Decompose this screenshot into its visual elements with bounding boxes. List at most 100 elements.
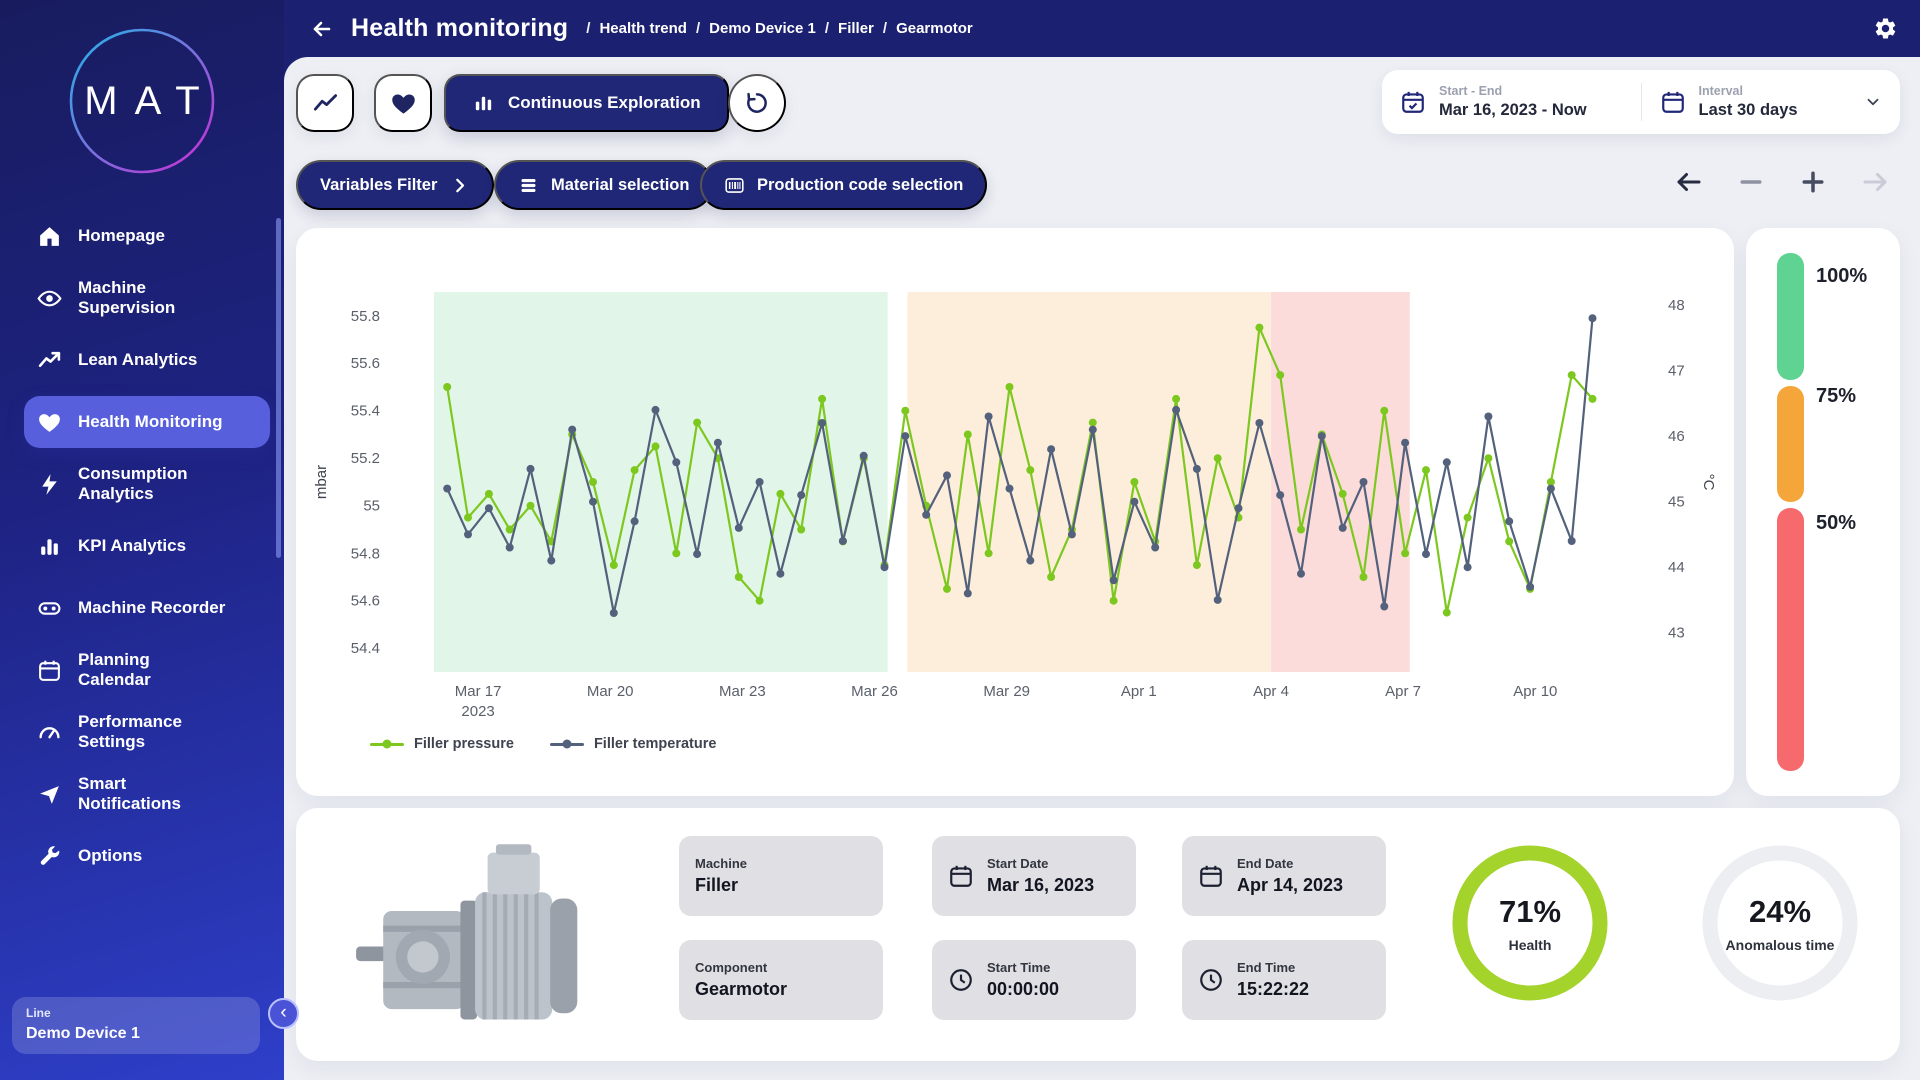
calendar-icon [1198, 863, 1224, 889]
start-time-tile: Start Time 00:00:00 [932, 940, 1136, 1020]
sidebar-item-consumption-analytics[interactable]: Consumption Analytics [24, 458, 270, 510]
sidebar-item-lean-analytics[interactable]: Lean Analytics [24, 334, 270, 386]
svg-text:2023: 2023 [461, 703, 494, 720]
page-title: Health monitoring [351, 14, 568, 43]
home-icon [36, 223, 62, 249]
scale-label-100: 100% [1816, 265, 1867, 288]
health-trend-chart[interactable]: 55.855.655.455.25554.854.654.44847464544… [296, 228, 1734, 728]
component-tile: Component Gearmotor [679, 940, 883, 1020]
chevron-left-icon: ‹ [280, 1003, 286, 1022]
zoom-in-button[interactable] [1796, 165, 1830, 199]
eye-icon [36, 285, 62, 311]
breadcrumb: / Health trend / Demo Device 1 / Filler … [586, 20, 972, 37]
health-scale-card: 100% 75% 50% [1746, 228, 1900, 796]
health-gauge-label: Health [1509, 937, 1552, 953]
sidebar-collapse-button[interactable]: ‹ [268, 998, 299, 1029]
chart-navigation-controls [1672, 165, 1892, 199]
breadcrumb-separator: / [586, 20, 590, 37]
date-range-picker[interactable]: Start - End Mar 16, 2023 - Now [1382, 70, 1641, 134]
calendar-check-icon [1400, 89, 1426, 115]
sidebar-item-kpi-analytics[interactable]: KPI Analytics [24, 520, 270, 572]
svg-text:Mar 29: Mar 29 [983, 683, 1030, 700]
lightning-icon [36, 471, 62, 497]
calendar-icon [1660, 89, 1686, 115]
sidebar-item-health-monitoring[interactable]: Health Monitoring [24, 396, 270, 448]
interval-picker[interactable]: Interval Last 30 days [1642, 70, 1901, 134]
variables-filter-button[interactable]: Variables Filter [296, 160, 494, 210]
sidebar-item-label: Consumption Analytics [78, 464, 188, 504]
svg-text:55: 55 [363, 498, 380, 515]
date-controls: Start - End Mar 16, 2023 - Now Interval … [1382, 70, 1900, 134]
legend-swatch-temperature [550, 743, 584, 746]
svg-text:55.8: 55.8 [351, 308, 380, 325]
end-date-tile: End Date Apr 14, 2023 [1182, 836, 1386, 916]
sidebar-item-machine-recorder[interactable]: Machine Recorder [24, 582, 270, 634]
chevron-down-icon [1864, 93, 1882, 111]
sidebar-item-label: Planning Calendar [78, 650, 151, 690]
svg-text:Mar 20: Mar 20 [587, 683, 634, 700]
sidebar-scrollbar[interactable] [276, 218, 281, 558]
health-trend-chart-card: 55.855.655.455.25554.854.654.44847464544… [296, 228, 1734, 796]
svg-text:Mar 26: Mar 26 [851, 683, 898, 700]
chevron-right-icon [449, 175, 470, 196]
health-gauge: 71% Health [1445, 838, 1615, 1038]
trend-icon [36, 347, 62, 373]
breadcrumb-demo-device[interactable]: Demo Device 1 [709, 20, 816, 37]
heart-icon [390, 90, 417, 117]
recorder-icon [36, 595, 62, 621]
svg-text:43: 43 [1668, 625, 1685, 642]
device-selector[interactable]: Line Demo Device 1 [12, 997, 260, 1054]
sidebar-item-smart-notifications[interactable]: Smart Notifications [24, 768, 270, 820]
gauge-icon [36, 719, 62, 745]
scale-label-50: 50% [1816, 512, 1856, 535]
health-view-button[interactable] [374, 74, 432, 132]
machine-tile: Machine Filler [679, 836, 883, 916]
material-selection-button[interactable]: Material selection [494, 160, 713, 210]
zoom-out-button[interactable] [1734, 165, 1768, 199]
svg-text:55.2: 55.2 [351, 450, 380, 467]
continuous-exploration-button[interactable]: Continuous Exploration [444, 74, 729, 132]
svg-text:45: 45 [1668, 494, 1685, 511]
breadcrumb-filler[interactable]: Filler [838, 20, 874, 37]
legend-filler-pressure[interactable]: Filler pressure [370, 736, 514, 752]
svg-text:54.6: 54.6 [351, 593, 380, 610]
plus-icon [1798, 167, 1828, 197]
pan-left-button[interactable] [1672, 165, 1706, 199]
history-button[interactable] [728, 74, 786, 132]
start-time-value: 00:00:00 [987, 979, 1059, 1000]
svg-text:Mar 23: Mar 23 [719, 683, 766, 700]
sidebar-item-label: Smart Notifications [78, 774, 181, 814]
health-scale-bar [1777, 253, 1804, 771]
health-scale-segment [1777, 253, 1804, 380]
back-button[interactable] [307, 14, 337, 44]
breadcrumb-gearmotor[interactable]: Gearmotor [896, 20, 973, 37]
trend-view-button[interactable] [296, 74, 354, 132]
sidebar: MAT Homepage Machine Supervision Lean An… [0, 0, 284, 1080]
variables-filter-label: Variables Filter [320, 176, 437, 195]
sidebar-item-machine-supervision[interactable]: Machine Supervision [24, 272, 270, 324]
production-code-selection-button[interactable]: Production code selection [700, 160, 987, 210]
scale-label-75: 75% [1816, 385, 1856, 408]
line-chart-icon [312, 90, 339, 117]
end-time-value: 15:22:22 [1237, 979, 1309, 1000]
clock-icon [948, 967, 974, 993]
legend-filler-temperature[interactable]: Filler temperature [550, 736, 717, 752]
end-time-label: End Time [1237, 960, 1309, 975]
bars-icon [472, 92, 495, 115]
sidebar-item-options[interactable]: Options [24, 830, 270, 882]
arrow-right-icon [1860, 167, 1890, 197]
sidebar-item-planning-calendar[interactable]: Planning Calendar [24, 644, 270, 696]
send-icon [36, 781, 62, 807]
gear-icon [1873, 16, 1898, 41]
component-value: Gearmotor [695, 979, 787, 1000]
sidebar-item-performance-settings[interactable]: Performance Settings [24, 706, 270, 758]
end-date-label: End Date [1237, 856, 1343, 871]
start-date-tile: Start Date Mar 16, 2023 [932, 836, 1136, 916]
health-monitoring-app: MAT Homepage Machine Supervision Lean An… [0, 0, 1920, 1080]
settings-button[interactable] [1870, 14, 1900, 44]
sidebar-item-homepage[interactable]: Homepage [24, 210, 270, 262]
interval-label: Interval [1699, 84, 1798, 98]
svg-text:mbar: mbar [313, 465, 330, 499]
breadcrumb-health-trend[interactable]: Health trend [599, 20, 687, 37]
svg-text:Mar 17: Mar 17 [455, 683, 502, 700]
